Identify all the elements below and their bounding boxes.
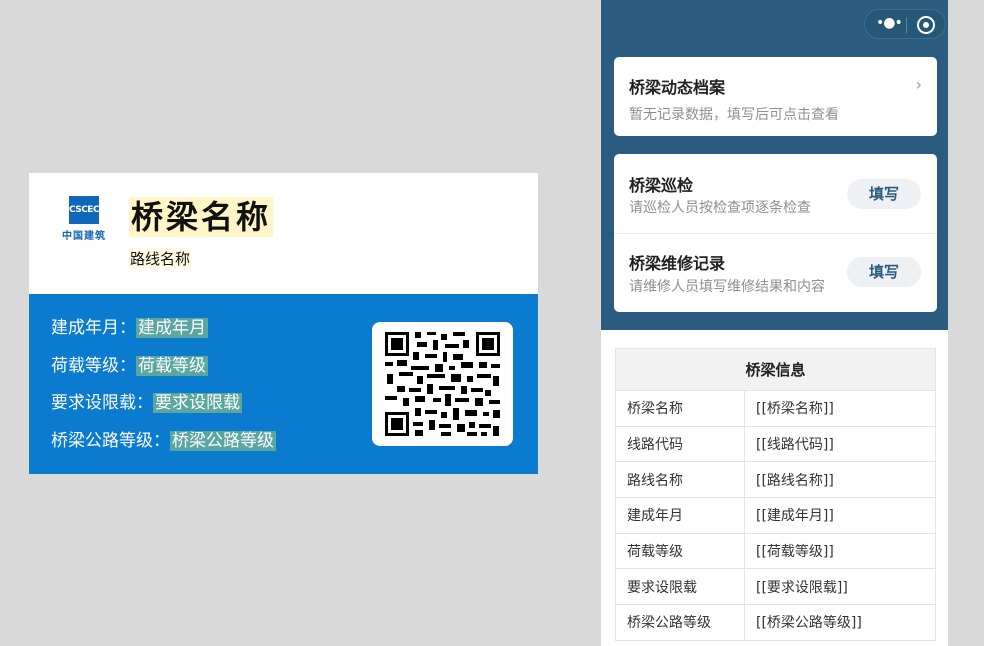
table-header: 桥梁信息 — [615, 348, 936, 391]
maintenance-desc: 请维修人员填写维修结果和内容 — [629, 279, 825, 295]
inspection-fill-button[interactable]: 填写 — [847, 179, 921, 209]
card-divider — [614, 233, 937, 234]
row-value: [[建成年月]] — [744, 497, 936, 534]
table-row: 线路代码 [[线路代码]] — [615, 425, 936, 463]
bridge-info-table: 桥梁信息 桥梁名称 [[桥梁名称]] 线路代码 [[线路代码]] 路线名称 [[路线名… — [615, 348, 936, 641]
more-dots-icon[interactable]: •●• — [876, 15, 903, 31]
row-key: 桥梁公路等级 — [615, 604, 745, 641]
row-key: 路线名称 — [615, 461, 745, 499]
info-value: 桥梁公路等级 — [170, 431, 276, 451]
row-value: [[要求设限载]] — [744, 568, 936, 606]
row-key: 线路代码 — [615, 425, 745, 463]
archive-desc: 暂无记录数据，填写后可点击查看 — [629, 107, 839, 123]
info-row-build-date: 建成年月： 建成年月 — [51, 316, 208, 340]
info-value: 荷载等级 — [136, 356, 208, 376]
phone-header: •●• 桥梁动态档案 暂无记录数据，填写后可点击查看 › 桥梁巡检 请巡检人员按… — [601, 0, 948, 330]
row-value: [[路线名称]] — [744, 461, 936, 499]
card-info-section: 建成年月： 建成年月 荷载等级： 荷载等级 要求设限载： 要求设限载 桥梁公路等级：桥… — [29, 294, 538, 474]
info-value: 要求设限载 — [153, 393, 242, 413]
table-row: 建成年月 [[建成年月]] — [615, 497, 936, 534]
info-value: 建成年月 — [136, 318, 208, 338]
qr-code-box — [372, 322, 513, 446]
row-key: 荷载等级 — [615, 532, 745, 570]
qr-code-icon — [383, 330, 502, 438]
info-label: 荷载等级： — [51, 356, 136, 376]
row-value: [[线路代码]] — [744, 425, 936, 463]
row-key: 要求设限载 — [615, 568, 745, 606]
table-row: 路线名称 [[路线名称]] — [615, 461, 936, 499]
row-key: 建成年月 — [615, 497, 745, 534]
mini-program-capsule: •●• — [864, 9, 946, 39]
inspection-desc: 请巡检人员按检查项逐条检查 — [629, 200, 811, 216]
info-row-road-grade: 桥梁公路等级： 桥梁公路等级 — [51, 429, 276, 453]
archive-card[interactable]: 桥梁动态档案 暂无记录数据，填写后可点击查看 › — [614, 57, 937, 136]
row-value: [[桥梁名称]] — [744, 390, 936, 427]
logo-text: 中国建筑 — [62, 231, 106, 242]
row-value: [[荷载等级]] — [744, 532, 936, 570]
info-row-load-grade: 荷载等级： 荷载等级 — [51, 354, 208, 378]
target-circle-icon[interactable] — [917, 16, 935, 34]
table-row: 要求设限载 [[要求设限载]] — [615, 568, 936, 606]
logo-mark: CSCEC — [69, 196, 100, 224]
card-title: 桥梁名称 — [129, 197, 274, 237]
info-label: 桥梁公路等级： — [51, 431, 170, 451]
table-row: 桥梁公路等级 [[桥梁公路等级]] — [615, 604, 936, 641]
card-subtitle: 路线名称 — [129, 248, 192, 269]
maintenance-fill-button[interactable]: 填写 — [847, 257, 921, 287]
bridge-card: CSCEC 中国建筑 桥梁名称 路线名称 建成年月： 建成年月 荷载等级： 荷载等级… — [29, 173, 538, 474]
info-label: 建成年月： — [51, 318, 136, 338]
capsule-divider — [906, 17, 907, 33]
row-key: 桥梁名称 — [615, 390, 745, 427]
archive-title: 桥梁动态档案 — [629, 78, 726, 97]
table-row: 荷载等级 [[荷载等级]] — [615, 532, 936, 570]
inspection-title: 桥梁巡检 — [629, 176, 694, 195]
card-header: CSCEC 中国建筑 桥梁名称 路线名称 — [29, 173, 538, 294]
info-row-load-limit: 要求设限载： 要求设限载 — [51, 391, 242, 415]
info-label: 要求设限载： — [51, 393, 153, 413]
maintenance-title: 桥梁维修记录 — [629, 254, 726, 273]
row-value: [[桥梁公路等级]] — [744, 604, 936, 641]
table-row: 桥梁名称 [[桥梁名称]] — [615, 390, 936, 427]
action-card: 桥梁巡检 请巡检人员按检查项逐条检查 填写 桥梁维修记录 请维修人员填写维修结果… — [614, 154, 937, 312]
phone-screen: •●• 桥梁动态档案 暂无记录数据，填写后可点击查看 › 桥梁巡检 请巡检人员按… — [601, 0, 948, 646]
chevron-right-icon[interactable]: › — [916, 75, 922, 94]
company-logo: CSCEC 中国建筑 — [55, 196, 113, 242]
